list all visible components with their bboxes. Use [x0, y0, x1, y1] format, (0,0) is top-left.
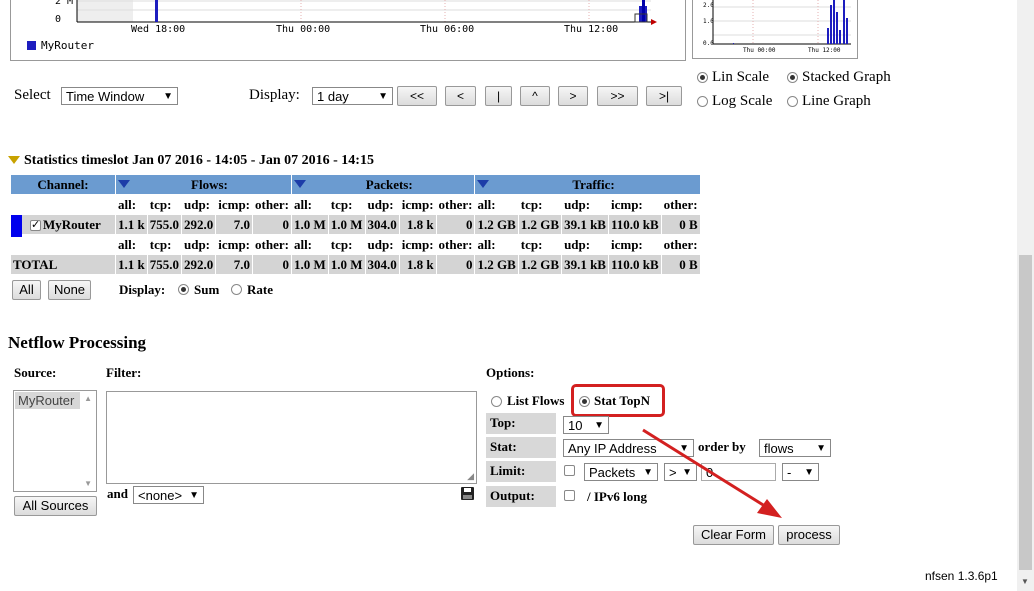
- version-label: nfsen 1.3.6p1: [925, 569, 998, 583]
- scroll-down-icon[interactable]: ▼: [1021, 577, 1029, 586]
- scrollbar-thumb[interactable]: [1019, 255, 1032, 570]
- vertical-scrollbar[interactable]: ▼: [1017, 0, 1034, 591]
- annotation-arrow: [642, 428, 782, 518]
